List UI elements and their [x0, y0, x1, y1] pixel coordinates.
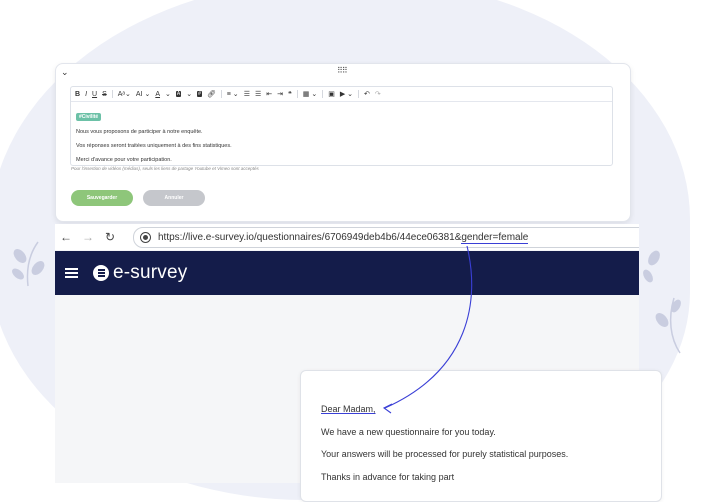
forward-arrow-icon[interactable]: →: [77, 230, 99, 244]
numbered-list-icon[interactable]: ☰: [255, 90, 261, 98]
menu-icon[interactable]: [65, 266, 78, 280]
collapse-chevron-icon[interactable]: ⌄: [61, 67, 69, 78]
font-size-button[interactable]: Aᵃ ⌄: [118, 90, 131, 99]
url-gender-param: gender=female: [461, 232, 529, 244]
media-icon[interactable]: ▶ ⌄: [340, 90, 353, 98]
variable-tag[interactable]: #Civilité: [76, 113, 102, 121]
toolbar-divider: [322, 90, 324, 98]
strikethrough-button[interactable]: S: [102, 91, 107, 98]
editor-content[interactable]: #Civilité Nous vous proposons de partici…: [71, 102, 612, 166]
highlight-color-button[interactable]: A: [175, 91, 182, 97]
toolbar-divider: [220, 90, 222, 98]
table-icon[interactable]: ▦ ⌄: [303, 90, 317, 98]
email-preview-card: Dear Madam, We have a new questionnaire …: [300, 370, 662, 502]
redo-icon[interactable]: ↷: [375, 90, 381, 98]
leaf-decoration-left: [12, 241, 45, 287]
address-bar[interactable]: https://live.e-survey.io/questionnaires/…: [133, 227, 639, 248]
site-info-icon[interactable]: [140, 232, 151, 243]
editor-toolbar: B I U S Aᵃ ⌄ AI ⌄ A ⌄ A ⌄ # 🔗︎ ≡ ⌄ ☰ ☰ ⇤ ⇥ …: [71, 87, 612, 102]
logo-icon[interactable]: [93, 265, 109, 281]
drag-handle-icon[interactable]: ⠿⠿: [337, 66, 348, 75]
back-arrow-icon[interactable]: ←: [55, 230, 77, 244]
email-line: Your answers will be processed for purel…: [321, 449, 569, 459]
editor-line: Merci d'avance pour votre participation.: [76, 157, 172, 163]
logo-text[interactable]: e-survey: [113, 262, 187, 284]
align-icon[interactable]: ≡ ⌄: [227, 90, 239, 98]
save-button[interactable]: Sauvegarder: [71, 190, 133, 206]
url-text[interactable]: https://live.e-survey.io/questionnaires/…: [158, 232, 529, 244]
email-greeting: Dear Madam,: [321, 404, 376, 414]
text-color-button[interactable]: A: [155, 91, 160, 98]
reload-icon[interactable]: ↻: [99, 230, 121, 244]
leaf-decoration-right: [643, 250, 681, 354]
outdent-icon[interactable]: ⇤: [266, 90, 272, 98]
indent-icon[interactable]: ⇥: [277, 90, 283, 98]
editor-line: Nous vous proposons de participer à notr…: [76, 129, 203, 135]
app-header: e-survey: [55, 251, 639, 295]
undo-icon[interactable]: ↶: [364, 90, 370, 98]
image-icon[interactable]: ▣: [328, 90, 335, 98]
italic-button[interactable]: I: [85, 91, 87, 98]
editor-line: Vos réponses seront traitées uniquement …: [76, 143, 232, 149]
url-prefix: https://live.e-survey.io/questionnaires/…: [158, 232, 462, 243]
chevron-down-icon[interactable]: ⌄: [165, 90, 171, 98]
bold-button[interactable]: B: [75, 91, 80, 98]
hashtag-variable-button[interactable]: #: [197, 91, 202, 97]
toolbar-divider: [296, 90, 298, 98]
underline-button[interactable]: U: [92, 91, 97, 98]
toolbar-divider: [111, 90, 113, 98]
browser-toolbar: ← → ↻ https://live.e-survey.io/questionn…: [55, 224, 639, 250]
line-height-button[interactable]: AI ⌄: [136, 90, 150, 99]
email-line: We have a new questionnaire for you toda…: [321, 427, 496, 437]
email-line: Thanks in advance for taking part: [321, 472, 455, 482]
toolbar-divider: [358, 90, 360, 98]
media-note: Pour l'insertion de vidéos (médias), seu…: [71, 166, 259, 171]
bullet-list-icon[interactable]: ☰: [244, 90, 250, 98]
link-icon[interactable]: 🔗︎: [207, 90, 216, 98]
quote-icon[interactable]: ❝: [288, 90, 292, 98]
rich-text-editor[interactable]: B I U S Aᵃ ⌄ AI ⌄ A ⌄ A ⌄ # 🔗︎ ≡ ⌄ ☰ ☰ ⇤ ⇥ …: [70, 86, 613, 166]
message-editor-card: ⌄ ⠿⠿ B I U S Aᵃ ⌄ AI ⌄ A ⌄ A ⌄ # 🔗︎ ≡ ⌄ ☰ ☰…: [55, 63, 631, 222]
cancel-button[interactable]: Annuler: [143, 190, 205, 206]
chevron-down-icon[interactable]: ⌄: [186, 90, 192, 98]
